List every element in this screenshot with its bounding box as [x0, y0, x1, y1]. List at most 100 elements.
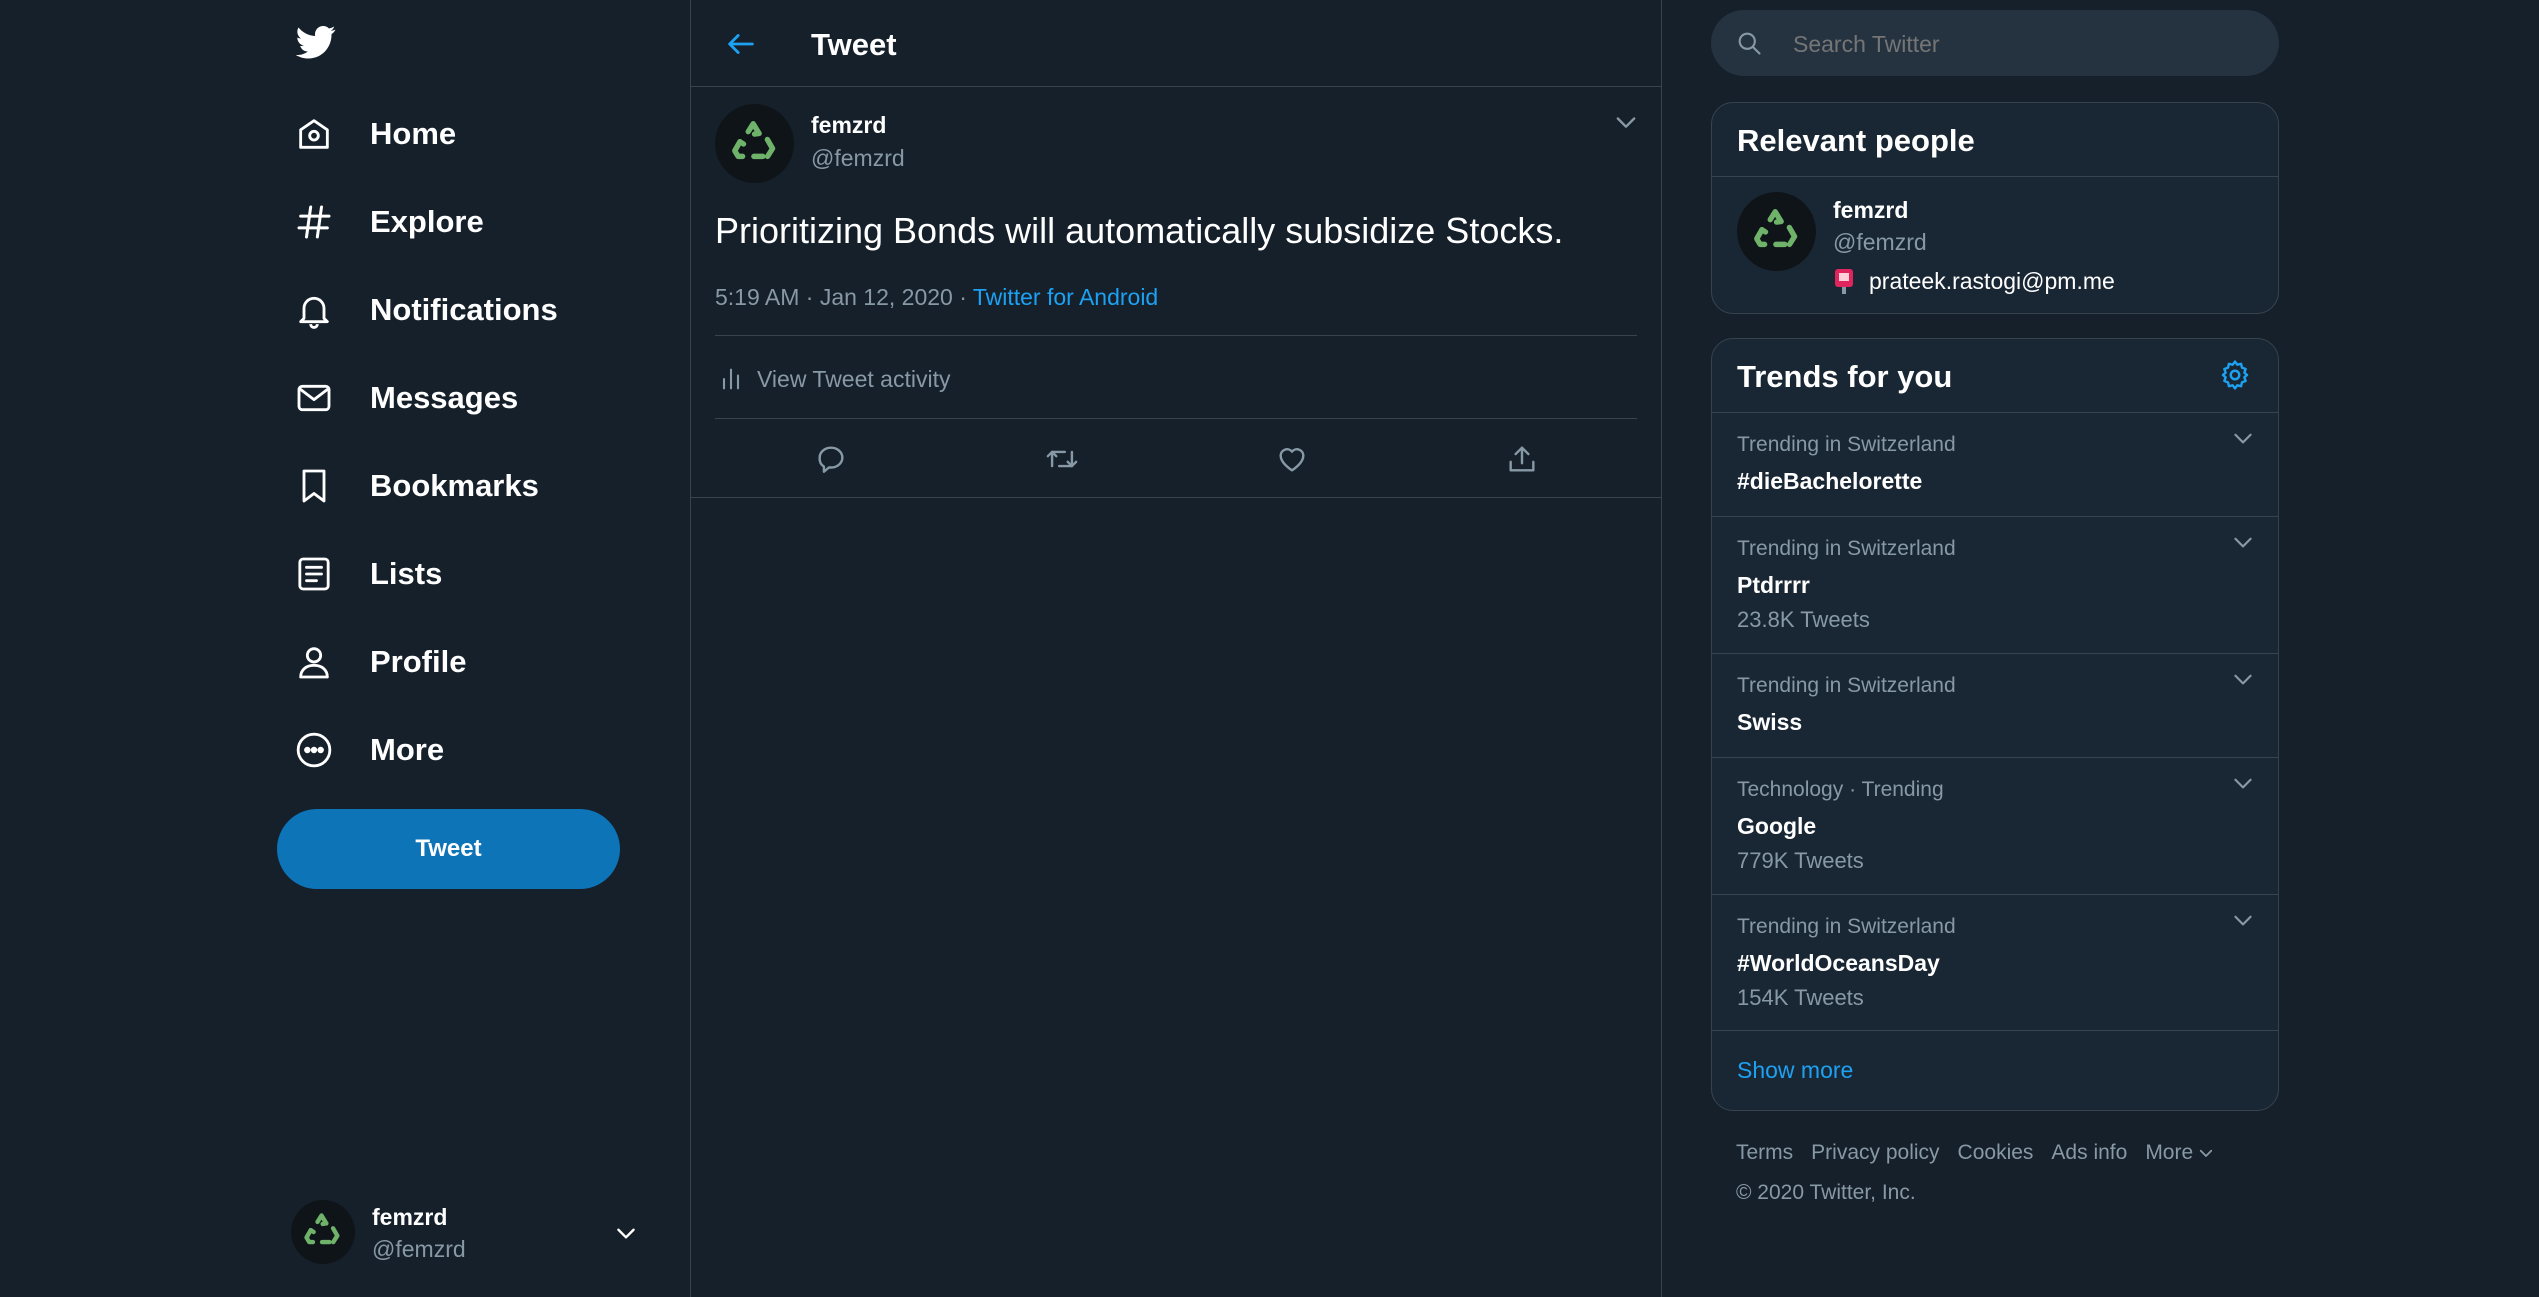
trend-name: Ptdrrrr — [1737, 572, 1810, 598]
chevron-down-icon[interactable] — [2230, 907, 2256, 933]
tweet-compose-button[interactable]: Tweet — [277, 809, 620, 889]
nav-item-home[interactable]: Home — [294, 102, 456, 166]
nav-item-profile[interactable]: Profile — [294, 630, 466, 694]
trend-context: Trending in Switzerland — [1737, 537, 1956, 560]
recycle-icon — [304, 1213, 340, 1245]
search-icon — [1735, 29, 1763, 57]
relevant-people-card: Relevant people femzrd @femzrd prateek.r… — [1711, 102, 2279, 314]
tweet-timestamp[interactable]: 5:19 AM · Jan 12, 2020 · — [715, 284, 973, 310]
nav-item-lists[interactable]: Lists — [294, 542, 442, 606]
twitter-logo-icon[interactable] — [294, 22, 338, 62]
search-input[interactable] — [1791, 22, 2255, 66]
relevant-person-avatar[interactable] — [1737, 192, 1816, 271]
trend-count: 779K Tweets — [1737, 848, 1864, 873]
trend-item[interactable]: Trending in Switzerland Ptdrrrr 23.8K Tw… — [1712, 517, 2278, 652]
trend-item[interactable]: Trending in Switzerland #WorldOceansDay … — [1712, 895, 2278, 1030]
tweet-author-name[interactable]: femzrd — [811, 112, 886, 139]
back-arrow-icon[interactable] — [724, 27, 758, 61]
footer-link-ads-info[interactable]: Ads info — [2051, 1141, 2127, 1165]
tweet-options-chevron-icon[interactable] — [1612, 108, 1640, 136]
avatar — [291, 1200, 355, 1264]
nav-item-more[interactable]: More — [294, 718, 444, 782]
trend-name: Swiss — [1737, 709, 1803, 735]
trend-count: 23.8K Tweets — [1737, 607, 1870, 632]
relevant-person-bio: prateek.rastogi@pm.me — [1833, 267, 2115, 295]
nav-item-messages[interactable]: Messages — [294, 366, 518, 430]
trend-name: #WorldOceansDay — [1737, 950, 1940, 976]
nav-label: Messages — [370, 380, 519, 415]
nav-item-explore[interactable]: Explore — [294, 190, 484, 254]
nav-label: Bookmarks — [370, 468, 539, 503]
chevron-down-icon[interactable] — [2230, 425, 2256, 451]
chevron-down-icon[interactable] — [2230, 770, 2256, 796]
more-circle-icon — [294, 730, 334, 770]
footer-more-button[interactable]: More — [2145, 1141, 2215, 1165]
like-heart-icon[interactable] — [1275, 442, 1309, 476]
relevant-person-handle[interactable]: @femzrd — [1833, 229, 1927, 256]
recycle-icon — [731, 120, 775, 159]
account-switcher[interactable]: femzrd @femzrd — [291, 1198, 641, 1268]
nav-item-notifications[interactable]: Notifications — [294, 278, 558, 342]
trend-context: Trending in Switzerland — [1737, 915, 1956, 938]
mailbox-icon — [1833, 267, 1855, 295]
footer-copyright: © 2020 Twitter, Inc. — [1736, 1181, 1916, 1204]
nav-label: Notifications — [370, 292, 558, 327]
view-tweet-activity[interactable]: View Tweet activity — [717, 362, 950, 396]
bookmark-icon — [294, 466, 334, 506]
retweet-icon[interactable] — [1044, 442, 1080, 476]
main-right-border — [1661, 0, 1662, 1297]
trend-count: 154K Tweets — [1737, 985, 1864, 1010]
nav-item-bookmarks[interactable]: Bookmarks — [294, 454, 539, 518]
bar-chart-icon — [717, 365, 745, 393]
nav-label: Explore — [370, 204, 484, 239]
share-icon[interactable] — [1505, 442, 1539, 476]
nav-label: Lists — [370, 556, 443, 591]
footer-link-cookies[interactable]: Cookies — [1958, 1141, 2034, 1165]
nav-label: More — [370, 732, 445, 767]
tweet-author-handle[interactable]: @femzrd — [811, 145, 905, 172]
chevron-down-icon — [2197, 1144, 2215, 1162]
show-more-link[interactable]: Show more — [1737, 1057, 1853, 1084]
trend-name: #dieBachelorette — [1737, 468, 1923, 494]
tweet-source-link[interactable]: Twitter for Android — [973, 284, 1158, 310]
activity-divider — [715, 418, 1637, 419]
relevant-person-name[interactable]: femzrd — [1833, 197, 1908, 224]
footer-links: Terms Privacy policy Cookies Ads info Mo… — [1736, 1141, 2215, 1165]
trends-card: Trends for you Trending in Switzerland #… — [1711, 338, 2279, 1111]
trend-name: Google — [1737, 813, 1817, 839]
account-name: femzrd — [372, 1204, 448, 1230]
chevron-down-icon[interactable] — [2230, 529, 2256, 555]
reply-icon[interactable] — [814, 442, 848, 476]
search-bar[interactable] — [1711, 10, 2279, 76]
nav-label: Home — [370, 116, 457, 151]
action-bar-divider — [691, 497, 1661, 498]
account-handle: @femzrd — [372, 1236, 466, 1262]
home-icon — [294, 114, 334, 154]
trend-item[interactable]: Trending in Switzerland Swiss — [1712, 654, 2278, 756]
hashtag-icon — [294, 202, 334, 242]
tweet-author-avatar[interactable] — [715, 104, 794, 183]
list-icon — [294, 554, 334, 594]
chevron-down-icon — [613, 1220, 639, 1246]
chevron-down-icon[interactable] — [2230, 666, 2256, 692]
header-divider — [691, 86, 1661, 87]
bell-icon — [294, 290, 334, 330]
card-divider — [1712, 176, 2278, 177]
relevant-people-title: Relevant people — [1737, 123, 1975, 158]
footer-more-label: More — [2145, 1141, 2194, 1164]
trend-divider — [1712, 1030, 2278, 1031]
recycle-icon — [1753, 208, 1797, 247]
trend-context: Technology · Trending — [1737, 778, 1944, 801]
trends-title: Trends for you — [1737, 359, 1953, 394]
tweet-text: Prioritizing Bonds will automatically su… — [715, 210, 1564, 251]
trend-context: Trending in Switzerland — [1737, 433, 1956, 456]
trend-item[interactable]: Trending in Switzerland #dieBachelorette — [1712, 413, 2278, 515]
envelope-icon — [294, 378, 334, 418]
footer-link-privacy[interactable]: Privacy policy — [1811, 1141, 1939, 1165]
settings-gear-icon[interactable] — [2218, 358, 2252, 392]
page-title: Tweet — [811, 27, 897, 62]
footer-link-terms[interactable]: Terms — [1736, 1141, 1793, 1165]
trend-item[interactable]: Technology · Trending Google 779K Tweets — [1712, 758, 2278, 893]
bio-email: prateek.rastogi@pm.me — [1869, 267, 2115, 294]
person-icon — [294, 642, 334, 682]
